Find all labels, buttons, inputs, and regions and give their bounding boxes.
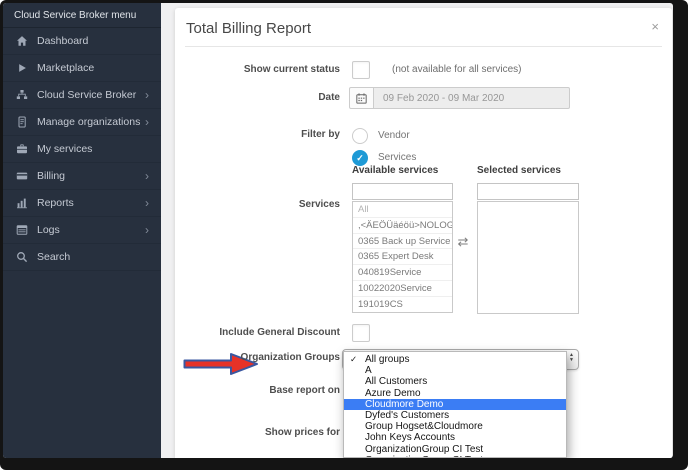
organization-groups-label: Organization Groups	[190, 352, 340, 364]
chevron-right-icon: ›	[145, 171, 149, 181]
briefcase-icon	[15, 143, 28, 156]
filter-by-label: Filter by	[190, 129, 340, 141]
sidebar-item-label: My services	[37, 143, 92, 155]
show-current-status-checkbox[interactable]	[352, 61, 370, 79]
dropdown-option-label: All Customers	[365, 376, 427, 387]
list-item[interactable]: 040819Service	[353, 265, 452, 281]
include-general-discount-checkbox[interactable]	[352, 324, 370, 342]
dropdown-option[interactable]: John Keys Accounts	[344, 432, 566, 443]
dropdown-option[interactable]: All Customers	[344, 376, 566, 387]
dropdown-option[interactable]: Group Hogset&Cloudmore	[344, 421, 566, 432]
sidebar-item-label: Dashboard	[37, 35, 88, 47]
list-item[interactable]: ,<ÄEÖÜäéöü>NOLOGO	[353, 218, 452, 234]
show-current-status-label: Show current status	[190, 64, 340, 76]
sidebar-item-cloud-service-broker[interactable]: Cloud Service Broker ›	[3, 82, 161, 109]
title-divider	[185, 46, 662, 47]
services-label: Services	[190, 199, 340, 211]
chevron-right-icon: ›	[145, 198, 149, 208]
sidebar-item-label: Marketplace	[37, 62, 94, 74]
sidebar-item-reports[interactable]: Reports ›	[3, 190, 161, 217]
list-item[interactable]: All	[353, 202, 452, 218]
home-icon	[15, 35, 28, 48]
dropdown-option-label: John Keys Accounts	[365, 432, 455, 443]
selected-services-header: Selected services	[477, 165, 561, 176]
dropdown-option-label: OrganizationGroup CI Test	[365, 444, 483, 455]
show-prices-for-label: Show prices for	[190, 427, 340, 439]
date-range-input[interactable]	[374, 87, 570, 109]
show-current-status-note: (not available for all services)	[392, 64, 522, 76]
selected-services-list	[477, 201, 579, 314]
select-stepper-icon: ▲ ▼	[569, 353, 574, 363]
filter-vendor-radio-label: Vendor	[378, 130, 410, 142]
date-field-group	[349, 87, 570, 109]
dropdown-option-label: Azure Demo	[365, 388, 421, 399]
filter-services-radio[interactable]: ✓	[352, 150, 368, 166]
dropdown-option[interactable]: A	[344, 365, 566, 376]
date-label: Date	[190, 92, 340, 104]
sidebar: Cloud Service Broker menu Dashboard Mark…	[3, 3, 161, 458]
dropdown-option-label: Group Hogset&Cloudmore	[365, 421, 483, 432]
sidebar-item-dashboard[interactable]: Dashboard	[3, 28, 161, 55]
filter-services-radio-label: Services	[378, 152, 416, 164]
sidebar-item-label: Manage organizations	[37, 116, 140, 128]
sidebar-header: Cloud Service Broker menu	[3, 3, 161, 28]
sidebar-item-label: Logs	[37, 224, 60, 236]
available-services-list: All ,<ÄEÖÜäéöü>NOLOGO 0365 Back up Servi…	[352, 201, 453, 313]
chevron-right-icon: ›	[145, 225, 149, 235]
dropdown-option-label: All groups	[365, 354, 409, 365]
sidebar-item-label: Search	[37, 251, 70, 263]
organization-groups-dropdown-menu: ✓ All groups A All Customers Azure Demo …	[343, 351, 567, 458]
available-services-header: Available services	[352, 165, 438, 176]
checkmark-icon: ✓	[350, 354, 357, 365]
dropdown-option[interactable]: OrganizationGroup CI Test	[344, 455, 566, 458]
dropdown-option-label: Dyfed's Customers	[365, 410, 449, 421]
sidebar-item-manage-organizations[interactable]: Manage organizations ›	[3, 109, 161, 136]
sidebar-item-marketplace[interactable]: Marketplace	[3, 55, 161, 82]
dropdown-option[interactable]: OrganizationGroup CI Test	[344, 444, 566, 455]
list-item[interactable]: 10022020Service	[353, 281, 452, 297]
sidebar-item-my-services[interactable]: My services	[3, 136, 161, 163]
stepper-down-icon: ▼	[569, 358, 574, 363]
include-general-discount-label: Include General Discount	[190, 327, 340, 339]
play-icon	[15, 62, 28, 75]
page-title: Total Billing Report	[186, 20, 311, 37]
search-icon	[15, 251, 28, 264]
sidebar-item-label: Reports	[37, 197, 74, 209]
sitemap-icon	[15, 89, 28, 102]
chevron-right-icon: ›	[145, 117, 149, 127]
dropdown-option-highlighted[interactable]: Cloudmore Demo	[344, 399, 566, 410]
screenshot-frame: Cloud Service Broker menu Dashboard Mark…	[0, 0, 688, 470]
dropdown-option-label: A	[365, 365, 372, 376]
credit-card-icon	[15, 170, 28, 183]
chevron-right-icon: ›	[145, 90, 149, 100]
list-item[interactable]: 0365 Back up Service	[353, 234, 452, 250]
filter-vendor-radio[interactable]	[352, 128, 368, 144]
selected-services-search-input[interactable]	[477, 183, 579, 200]
transfer-arrows-icon[interactable]: ⇄	[452, 234, 474, 250]
sidebar-item-label: Cloud Service Broker	[37, 89, 136, 101]
calendar-icon[interactable]	[349, 87, 374, 109]
sidebar-item-label: Billing	[37, 170, 65, 182]
sidebar-item-billing[interactable]: Billing ›	[3, 163, 161, 190]
list-item[interactable]: 0365 Expert Desk	[353, 249, 452, 265]
dropdown-option-label: OrganizationGroup CI Test	[365, 455, 483, 458]
logs-icon	[15, 224, 28, 237]
checkmark-icon: ✓	[356, 154, 364, 163]
dropdown-option[interactable]: Azure Demo	[344, 388, 566, 399]
dropdown-option-label: Cloudmore Demo	[365, 399, 443, 410]
total-billing-report-modal: Total Billing Report × Show current stat…	[175, 8, 672, 458]
available-services-search-input[interactable]	[352, 183, 453, 200]
list-item[interactable]: 191019CS	[353, 297, 452, 313]
app-viewport: Cloud Service Broker menu Dashboard Mark…	[3, 3, 673, 458]
close-icon[interactable]: ×	[651, 19, 659, 34]
sidebar-item-search[interactable]: Search	[3, 244, 161, 271]
organization-icon	[15, 116, 28, 129]
base-report-on-label: Base report on	[190, 385, 340, 397]
dropdown-option[interactable]: ✓ All groups	[344, 354, 566, 365]
bar-chart-icon	[15, 197, 28, 210]
dropdown-option[interactable]: Dyfed's Customers	[344, 410, 566, 421]
sidebar-item-logs[interactable]: Logs ›	[3, 217, 161, 244]
